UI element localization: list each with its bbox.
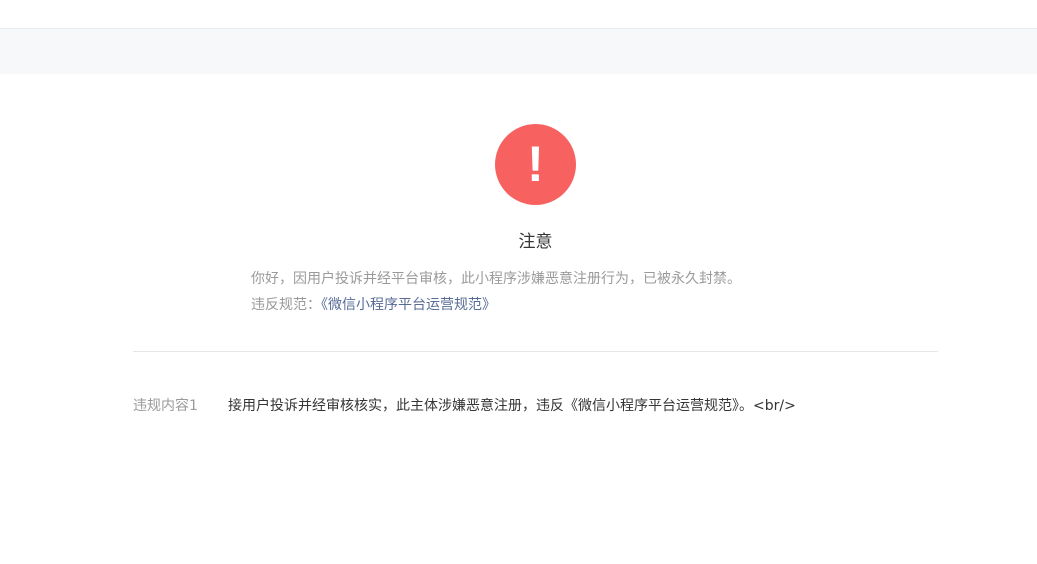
notice-title: 注意 <box>518 232 553 252</box>
notice-message-block: 你好，因用户投诉并经平台审核，此小程序涉嫌恶意注册行为，已被永久封禁。 违反规范… <box>251 266 851 318</box>
rule-prefix: 违反规范： <box>251 297 321 313</box>
divider <box>133 351 938 352</box>
rule-link[interactable]: 《微信小程序平台运营规范》 <box>321 297 496 313</box>
ban-notice-page: ! 注意 你好，因用户投诉并经平台审核，此小程序涉嫌恶意注册行为，已被永久封禁。… <box>0 0 1037 564</box>
sub-header-bar <box>0 29 1037 74</box>
notice-message: 你好，因用户投诉并经平台审核，此小程序涉嫌恶意注册行为，已被永久封禁。 <box>251 271 741 287</box>
violation-content: 接用户投诉并经审核核实，此主体涉嫌恶意注册，违反《微信小程序平台运营规范》。<b… <box>228 398 796 414</box>
top-bar <box>0 0 1037 29</box>
violation-detail-row: 违规内容1 接用户投诉并经审核核实，此主体涉嫌恶意注册，违反《微信小程序平台运营规… <box>133 394 938 418</box>
rule-line: 违反规范：《微信小程序平台运营规范》 <box>251 292 851 318</box>
violation-label: 违规内容1 <box>133 398 198 414</box>
exclamation-icon: ! <box>495 124 576 205</box>
